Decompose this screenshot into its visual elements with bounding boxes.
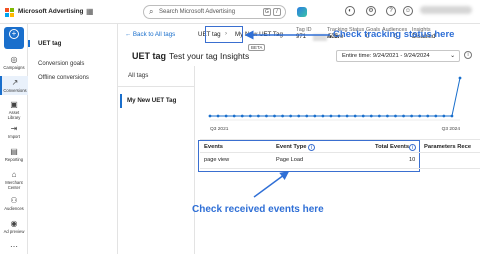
- events-arrow: [253, 171, 290, 198]
- annotation-arrows: [244, 30, 330, 198]
